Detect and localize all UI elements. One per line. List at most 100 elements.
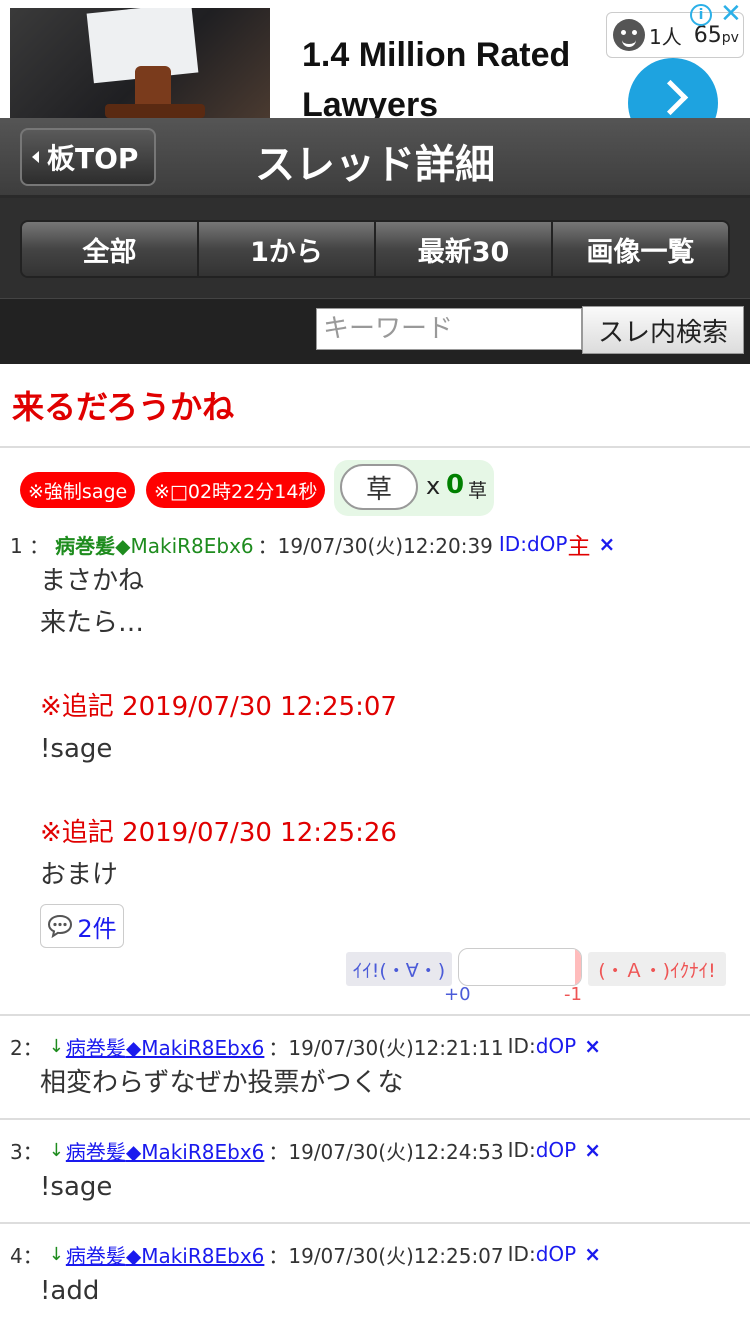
post-date: ：19/07/30(火)12:20:39: [257, 533, 493, 558]
delete-post-button[interactable]: ×: [584, 1138, 601, 1162]
addendum-text: !sage: [40, 734, 113, 764]
forced-sage-badge: ※強制sage: [20, 472, 136, 508]
post-date: ：19/07/30(火)12:24:53: [268, 1139, 504, 1164]
ad-photo[interactable]: [10, 8, 270, 118]
tabs-bar: 全部 1から 最新30 画像一覧: [0, 198, 750, 298]
poster-name-text: 病巻髪: [65, 1035, 126, 1060]
reply-arrow-icon: ↓: [48, 1243, 64, 1265]
poster-trip: ◆MakiR8Ebx6: [125, 1243, 265, 1268]
thread-search-button[interactable]: スレ内検索: [582, 306, 744, 354]
post-number-value: 4: [10, 1243, 23, 1268]
viewer-face-icon: [613, 19, 645, 51]
post-number-value: 3: [10, 1139, 23, 1164]
replies-button[interactable]: 2件: [40, 904, 124, 948]
delete-post-button[interactable]: ×: [584, 1034, 601, 1058]
tab-image-list[interactable]: 画像一覧: [553, 222, 728, 276]
info-icon[interactable]: i: [690, 4, 712, 26]
post-body-line: まさかね: [40, 566, 145, 596]
poster-name-text: 病巻髪: [65, 1243, 126, 1268]
vote-area: ｲｲ!(・∀・) (・Ａ・)ｲｸﾅｲ! +0 -1: [10, 948, 740, 1012]
ad-headline[interactable]: 1.4 Million Rated Lawyers: [302, 30, 602, 118]
kusa-button[interactable]: 草: [340, 464, 418, 510]
poster-trip: ◆MakiR8Ebx6: [115, 533, 254, 558]
page-title: スレッド詳細: [255, 142, 495, 188]
post-3: 3： ↓ 病巻髪◆MakiR8Ebx6 ：19/07/30(火)12:24:53…: [0, 1120, 750, 1222]
kusa-multiplier: x: [426, 472, 441, 500]
post-spacer: [10, 770, 740, 812]
reply-arrow-icon: ↓: [48, 1035, 64, 1057]
post-number-value: 2: [10, 1035, 23, 1060]
pageview-unit: pv: [721, 29, 739, 46]
poster-name-text: 病巻髪: [65, 1139, 126, 1164]
poster-name: 病巻髪◆MakiR8Ebx6: [55, 530, 254, 559]
vote-minus-count: -1: [564, 984, 582, 1005]
thread-title: 来るだろうかね: [0, 364, 750, 448]
delete-post-button[interactable]: ×: [584, 1242, 601, 1266]
poster-id-prefix: ID:: [507, 1034, 536, 1058]
poster-id-link[interactable]: dOP: [536, 1034, 577, 1058]
vote-plus-count: +0: [444, 984, 471, 1005]
post-header: 1 ： 病巻髪◆MakiR8Ebx6 ：19/07/30(火)12:20:39 …: [10, 528, 740, 560]
post-number-sep: ：: [22, 1243, 43, 1268]
post-spacer: [10, 644, 740, 686]
poster-name-link[interactable]: 病巻髪◆MakiR8Ebx6: [66, 1240, 265, 1269]
app-header: 板TOP スレッド詳細: [0, 118, 750, 198]
delete-post-button[interactable]: ×: [598, 532, 615, 556]
post-number[interactable]: 1 ：: [10, 530, 49, 559]
kusa-count: 0: [446, 470, 465, 500]
post-header: 4： ↓ 病巻髪◆MakiR8Ebx6 ：19/07/30(火)12:25:07…: [10, 1238, 740, 1270]
addendum-header: ※追記 2019/07/30 12:25:07: [40, 692, 397, 722]
post-number[interactable]: 3：: [10, 1136, 43, 1165]
post-date: ：19/07/30(火)12:25:07: [268, 1243, 504, 1268]
time-remaining-badge: ※□02時22分14秒: [146, 472, 326, 508]
tab-from-first[interactable]: 1から: [199, 222, 376, 276]
post-body-line: !add: [40, 1276, 100, 1306]
poster-name-link[interactable]: 病巻髪◆MakiR8Ebx6: [66, 1136, 265, 1165]
post-body-line: 相変わらずなぜか投票がつくな: [40, 1068, 404, 1098]
poster-id-link[interactable]: ID:dOP: [499, 532, 568, 556]
vote-balance-bar: [458, 948, 582, 986]
tab-latest-30[interactable]: 最新30: [376, 222, 553, 276]
vote-negative-fill: [575, 949, 581, 985]
poster-trip: ◆MakiR8Ebx6: [125, 1139, 265, 1164]
poster-id-prefix: ID:: [507, 1242, 536, 1266]
post-header: 3： ↓ 病巻髪◆MakiR8Ebx6 ：19/07/30(火)12:24:53…: [10, 1134, 740, 1166]
poster-id-link[interactable]: dOP: [536, 1242, 577, 1266]
search-bar: スレ内検索: [0, 298, 750, 364]
post-1: 1 ： 病巻髪◆MakiR8Ebx6 ：19/07/30(火)12:20:39 …: [0, 528, 750, 1012]
comment-bubble-icon: [48, 914, 73, 938]
post-number[interactable]: 4：: [10, 1240, 43, 1269]
vote-bad-button[interactable]: (・Ａ・)ｲｸﾅｲ!: [588, 952, 726, 986]
chevron-right-icon[interactable]: [628, 58, 718, 118]
post-date: ：19/07/30(火)12:21:11: [268, 1035, 504, 1060]
poster-id-link[interactable]: dOP: [536, 1138, 577, 1162]
post-number[interactable]: 2：: [10, 1032, 43, 1061]
tab-group: 全部 1から 最新30 画像一覧: [20, 220, 730, 278]
post-header: 2： ↓ 病巻髪◆MakiR8Ebx6 ：19/07/30(火)12:21:11…: [10, 1030, 740, 1062]
post-body-line: !sage: [40, 1172, 113, 1202]
reply-arrow-icon: ↓: [48, 1139, 64, 1161]
post-number-sep: ：: [22, 1139, 43, 1164]
ad-banner[interactable]: 1.4 Million Rated Lawyers 1人 65pv i ✕: [0, 0, 750, 118]
post-2: 2： ↓ 病巻髪◆MakiR8Ebx6 ：19/07/30(火)12:21:11…: [0, 1016, 750, 1118]
post-4: 4： ↓ 病巻髪◆MakiR8Ebx6 ：19/07/30(火)12:25:07…: [0, 1224, 750, 1314]
tab-all[interactable]: 全部: [22, 222, 199, 276]
post-number-sep: ：: [29, 533, 50, 558]
poster-name-link[interactable]: 病巻髪◆MakiR8Ebx6: [66, 1032, 265, 1061]
close-icon[interactable]: ✕: [720, 0, 742, 28]
replies-count: 2件: [77, 914, 117, 943]
ad-photo-gavel-base: [105, 104, 205, 118]
post-body-line: 来たら…: [40, 608, 145, 638]
thread-owner-mark: 主: [567, 534, 591, 560]
poster-name-text: 病巻髪: [55, 533, 116, 558]
keyword-search-input[interactable]: [316, 308, 582, 350]
vote-good-button[interactable]: ｲｲ!(・∀・): [346, 952, 452, 986]
poster-trip: ◆MakiR8Ebx6: [125, 1035, 265, 1060]
post-number-sep: ：: [22, 1035, 43, 1060]
kusa-label: 草: [468, 480, 488, 502]
post-number-value: 1: [10, 533, 23, 558]
pageview-count: 65: [693, 22, 722, 48]
addendum-header: ※追記 2019/07/30 12:25:26: [40, 818, 397, 848]
thread-badges: ※強制sage ※□02時22分14秒 草 x 0 草: [0, 448, 750, 528]
addendum-text: おまけ: [40, 860, 119, 890]
